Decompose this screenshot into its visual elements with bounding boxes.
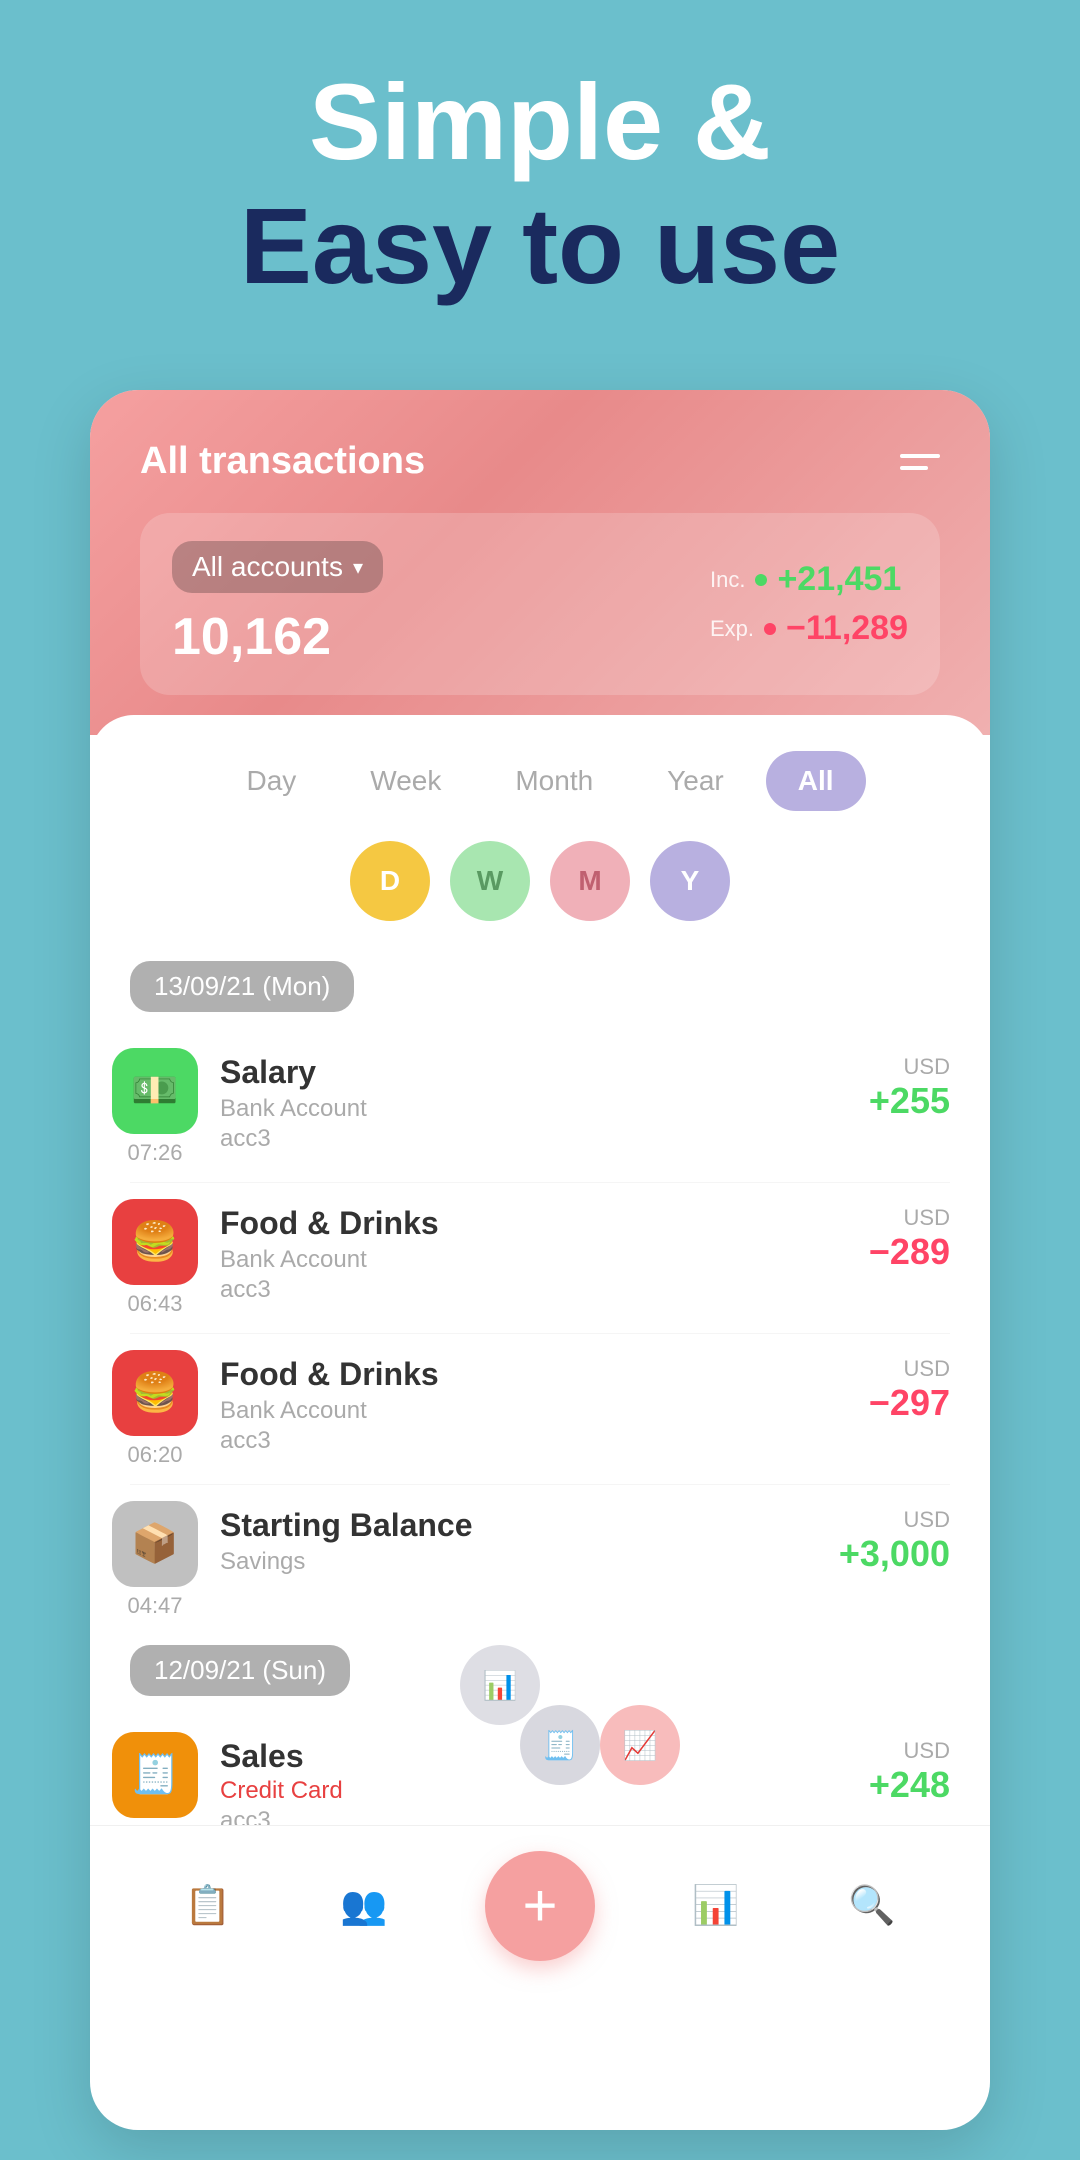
currency-label: USD [904,1507,950,1533]
header-title: All transactions [140,440,425,483]
tab-bar: Day Week Month Year All [90,715,990,831]
food-icon-2: 🍔 [112,1350,198,1436]
income-dot-icon [755,574,767,586]
transaction-amount-section: USD +255 [869,1048,950,1122]
tab-day[interactable]: Day [214,751,328,811]
expense-stat-row: Exp. −11,289 [710,609,908,648]
transaction-account: Bank Account [220,1397,849,1425]
app-header: All transactions All accounts ▾ 10,162 I… [90,390,990,735]
period-buttons: D W M Y [90,831,990,951]
balance-icon: 📦 [112,1501,198,1587]
transaction-name: Food & Drinks [220,1205,849,1242]
amount-value: −289 [869,1231,950,1273]
transaction-amount-section: USD −297 [869,1350,950,1424]
income-stat-row: Inc. +21,451 [710,560,901,599]
dropdown-arrow-icon: ▾ [353,555,363,580]
expense-dot-icon [764,623,776,635]
transaction-time: 04:47 [127,1593,182,1619]
transaction-item[interactable]: 📦 04:47 Starting Balance Savings USD +3,… [90,1485,990,1635]
nav-stats-icon[interactable]: 📊 [681,1871,751,1941]
transaction-time-icon: 🍔 06:20 [110,1350,200,1468]
floating-chart-icon[interactable]: 📈 [600,1705,680,1785]
transaction-item[interactable]: 🍔 06:20 Food & Drinks Bank Account acc3 … [90,1334,990,1484]
transaction-name: Salary [220,1054,849,1091]
transaction-time: 06:20 [127,1442,182,1468]
transaction-credit-card: Credit Card [220,1777,849,1805]
add-transaction-button[interactable]: + [485,1851,595,1961]
transaction-time: 07:26 [127,1140,182,1166]
transaction-account: Savings [220,1548,819,1576]
amount-value: +248 [869,1764,950,1806]
transaction-name: Starting Balance [220,1507,819,1544]
transaction-amount-section: USD −289 [869,1199,950,1273]
floating-receipt-icon[interactable]: 🧾 [520,1705,600,1785]
period-btn-w[interactable]: W [450,841,530,921]
account-stats: Inc. +21,451 Exp. −11,289 [710,560,908,648]
amount-value: −297 [869,1382,950,1424]
transaction-info: Food & Drinks Bank Account acc3 [220,1350,849,1455]
hamburger-line1 [900,454,940,458]
expense-value: −11,289 [786,609,908,648]
transaction-account: Bank Account [220,1246,849,1274]
period-btn-d[interactable]: D [350,841,430,921]
transaction-time-icon: 📦 04:47 [110,1501,200,1619]
income-label: Inc. [710,567,745,593]
amount-value: +3,000 [839,1533,950,1575]
hamburger-line2 [900,466,928,470]
transaction-acc: acc3 [220,1276,849,1304]
transaction-amount-section: USD +3,000 [839,1501,950,1575]
floating-report-icon[interactable]: 📊 [460,1645,540,1725]
hero-line1: Simple & [0,60,1080,184]
bottom-nav: 📋 👥 + 📊 🔍 [90,1825,990,1985]
currency-label: USD [904,1054,950,1080]
currency-label: USD [904,1356,950,1382]
transaction-info: Food & Drinks Bank Account acc3 [220,1199,849,1304]
income-value: +21,451 [777,560,901,599]
hero-title: Simple & Easy to use [0,0,1080,308]
transaction-item[interactable]: 🍔 06:43 Food & Drinks Bank Account acc3 … [90,1183,990,1333]
salary-icon: 💵 [112,1048,198,1134]
account-selector[interactable]: All accounts ▾ [172,541,383,593]
amount-value: +255 [869,1080,950,1122]
sales-icon: 🧾 [112,1732,198,1818]
transaction-amount-section: USD +248 [869,1732,950,1806]
hero-section: Simple & Easy to use [0,0,1080,308]
date-separator-2: 12/09/21 (Sun) [130,1645,350,1696]
tab-all[interactable]: All [766,751,866,811]
hero-line2: Easy to use [0,184,1080,308]
account-section: All accounts ▾ 10,162 Inc. +21,451 Exp. … [140,513,940,695]
nav-accounts-icon[interactable]: 👥 [329,1871,399,1941]
date-separator-1: 13/09/21 (Mon) [130,961,354,1012]
transaction-acc: acc3 [220,1427,849,1455]
account-balance: 10,162 [172,607,690,667]
transaction-time-icon: 💵 07:26 [110,1048,200,1166]
nav-search-icon[interactable]: 🔍 [837,1871,907,1941]
account-selector-label: All accounts [192,551,343,583]
transaction-time: 06:43 [127,1291,182,1317]
tab-year[interactable]: Year [635,751,756,811]
transaction-item[interactable]: 💵 07:26 Salary Bank Account acc3 USD +25… [90,1032,990,1182]
tab-week[interactable]: Week [338,751,473,811]
date-group-1: 13/09/21 (Mon) 💵 07:26 Salary Bank Accou… [90,951,990,1635]
transaction-account: Bank Account [220,1095,849,1123]
transaction-info: Starting Balance Savings [220,1501,819,1576]
currency-label: USD [904,1738,950,1764]
currency-label: USD [904,1205,950,1231]
tab-month[interactable]: Month [483,751,625,811]
transaction-name: Food & Drinks [220,1356,849,1393]
app-mockup: All transactions All accounts ▾ 10,162 I… [90,390,990,2130]
menu-icon[interactable] [900,454,940,470]
header-top: All transactions [140,440,940,483]
food-icon-1: 🍔 [112,1199,198,1285]
expense-label: Exp. [710,616,754,642]
period-btn-m[interactable]: M [550,841,630,921]
account-left: All accounts ▾ 10,162 [172,541,690,667]
transaction-info: Salary Bank Account acc3 [220,1048,849,1153]
transaction-acc: acc3 [220,1125,849,1153]
nav-transactions-icon[interactable]: 📋 [173,1871,243,1941]
period-btn-y[interactable]: Y [650,841,730,921]
transaction-time-icon: 🍔 06:43 [110,1199,200,1317]
app-content: Day Week Month Year All D W M Y 13/09/21… [90,715,990,1985]
